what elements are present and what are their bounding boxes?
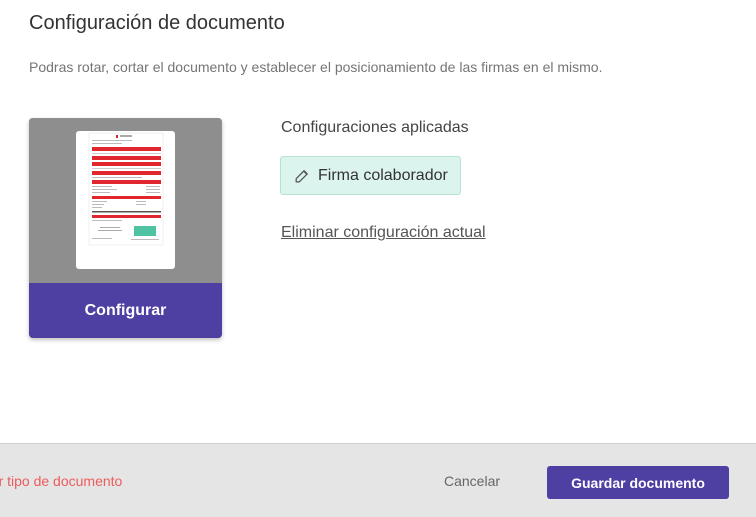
change-document-type-link[interactable]: nar tipo de documento xyxy=(0,473,122,489)
document-thumbnail-image xyxy=(88,132,164,246)
dialog-subtitle: Podras rotar, cortar el documento y esta… xyxy=(29,59,603,75)
save-document-button[interactable]: Guardar documento xyxy=(547,466,729,499)
configure-button[interactable]: Configurar xyxy=(29,283,222,338)
dialog-footer: nar tipo de documento Cancelar Guardar d… xyxy=(0,443,756,517)
document-thumbnail xyxy=(76,131,175,269)
applied-configurations-heading: Configuraciones aplicadas xyxy=(281,119,469,136)
document-preview-area xyxy=(29,118,222,283)
document-preview-card: Configurar xyxy=(29,118,222,338)
signature-config-tag-label: Firma colaborador xyxy=(318,166,448,184)
dialog-title: Configuración de documento xyxy=(29,12,285,34)
signature-config-tag[interactable]: Firma colaborador xyxy=(280,156,461,195)
edit-icon xyxy=(295,170,308,183)
remove-current-config-link[interactable]: Eliminar configuración actual xyxy=(281,224,486,242)
cancel-button[interactable]: Cancelar xyxy=(444,473,500,489)
